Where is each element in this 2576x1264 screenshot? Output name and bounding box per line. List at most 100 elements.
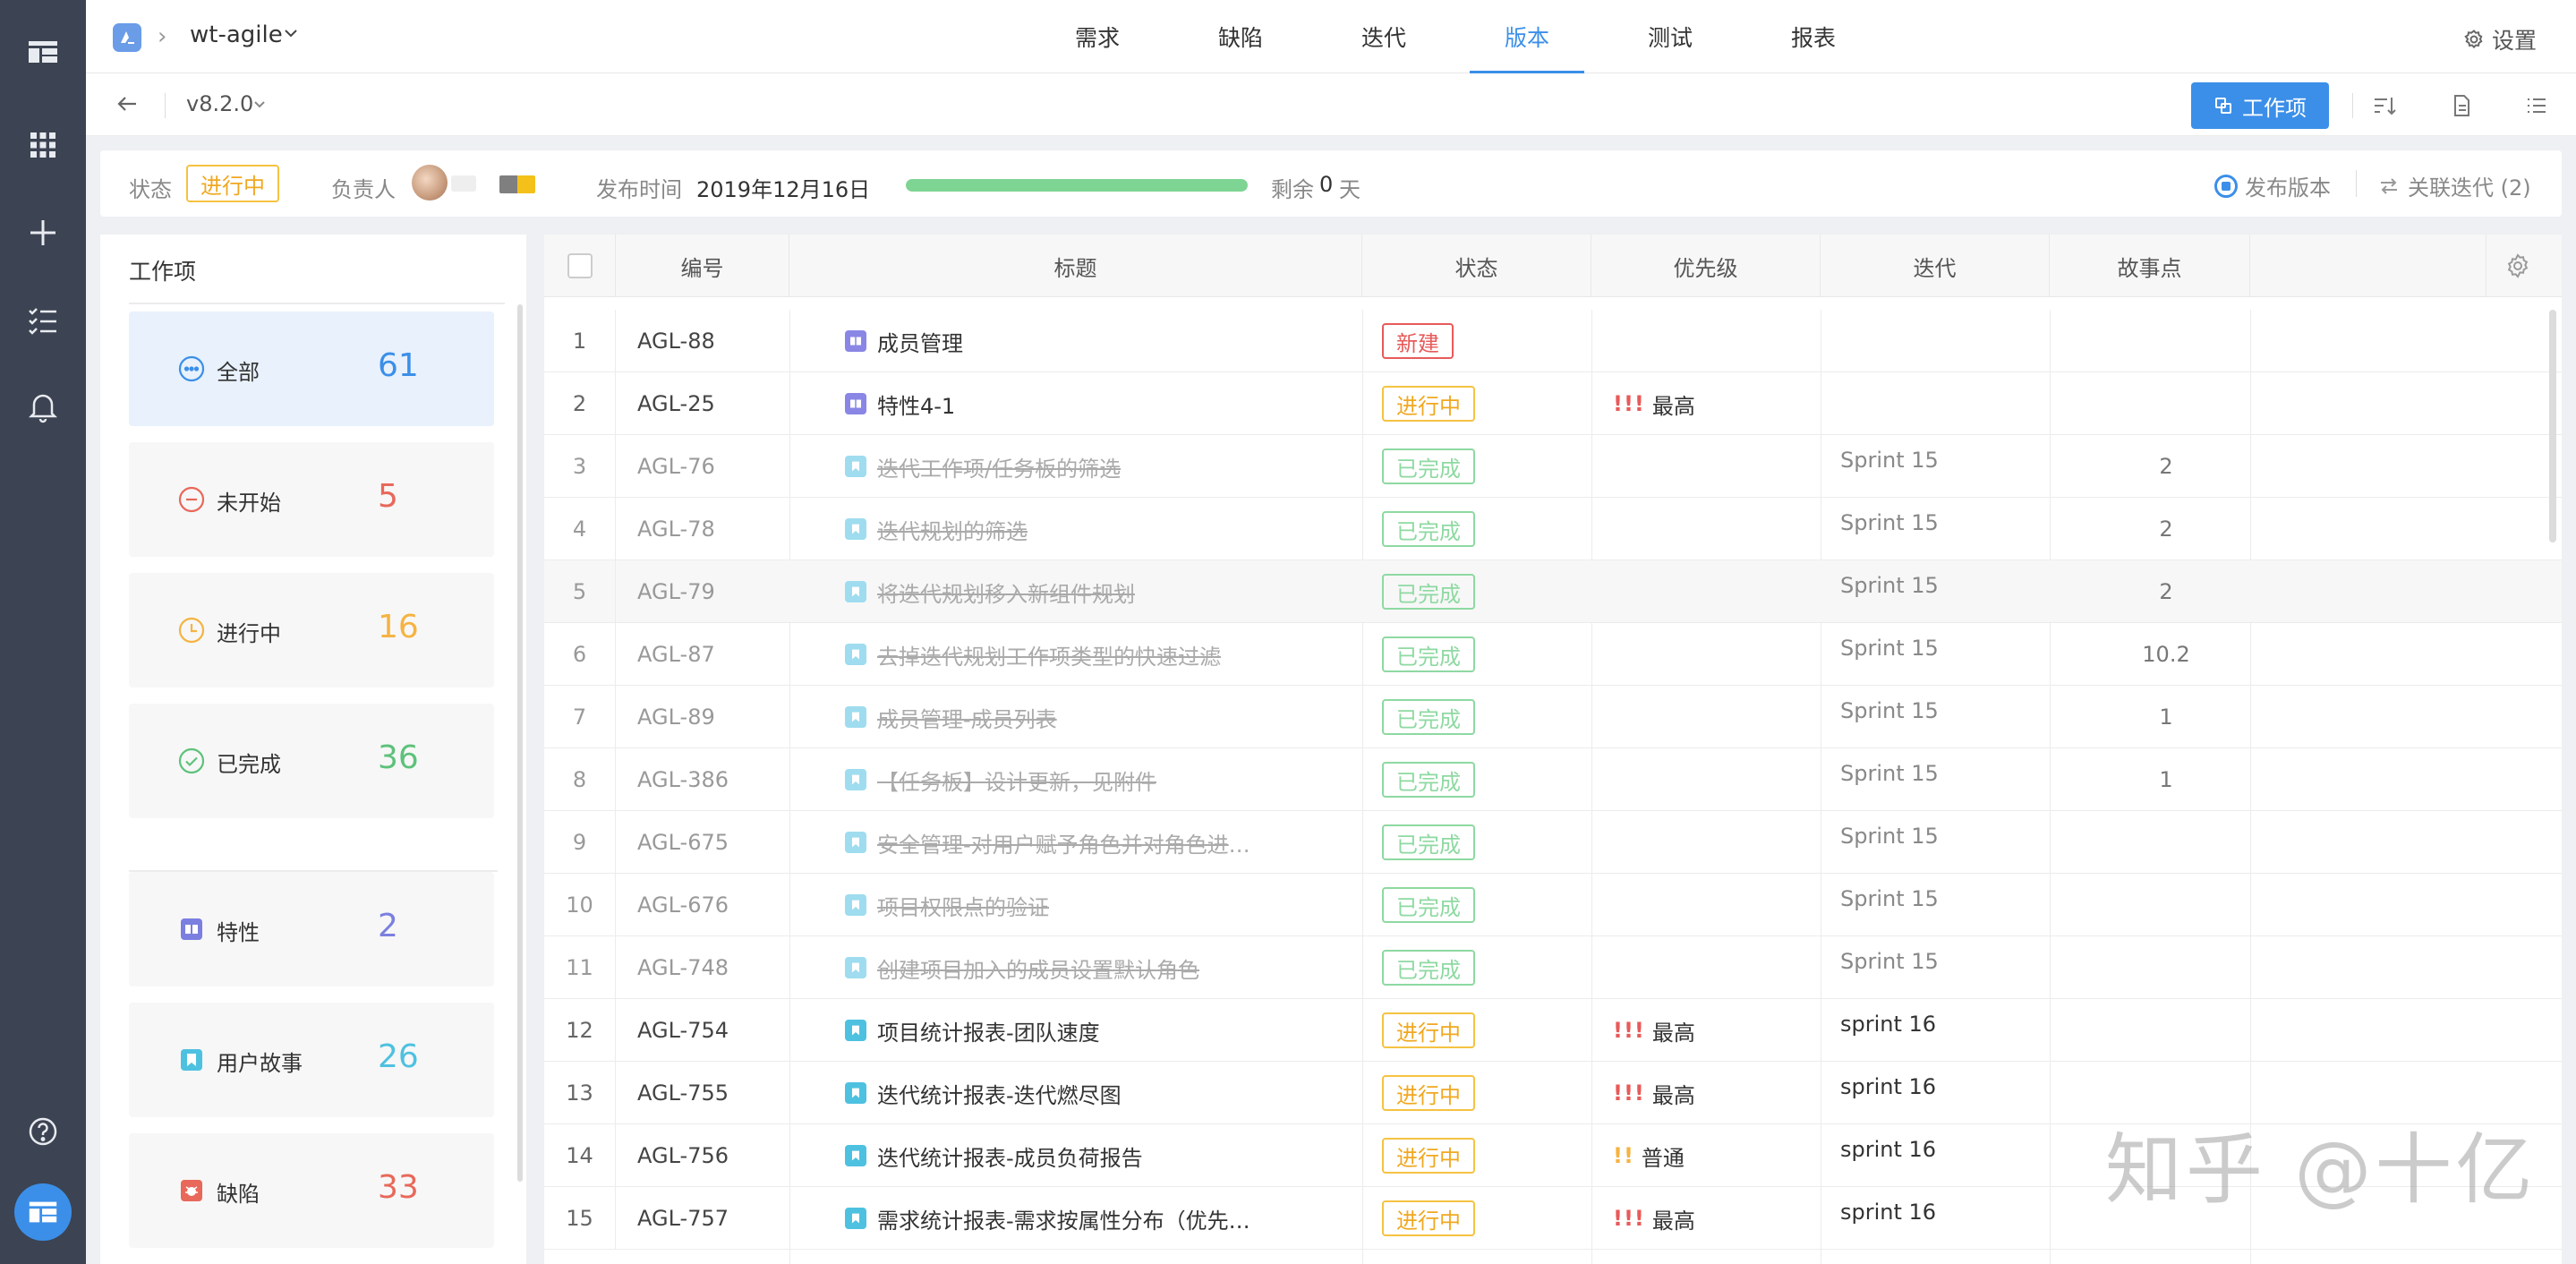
column-settings-gear-icon[interactable]	[2504, 252, 2531, 283]
item-iteration[interactable]: sprint 16	[1840, 1187, 2037, 1250]
select-all-checkbox[interactable]	[567, 253, 593, 278]
tab-reports[interactable]: 报表	[1742, 0, 1885, 73]
item-state-cell[interactable]: 进行中	[1382, 999, 1597, 1062]
tab-defects[interactable]: 缺陷	[1169, 0, 1312, 73]
item-code[interactable]: AGL-754	[637, 999, 789, 1062]
document-icon[interactable]	[2445, 90, 2478, 122]
item-iteration[interactable]: sprint 16	[1840, 999, 2037, 1062]
column-story-points[interactable]: 故事点	[2050, 235, 2250, 297]
table-row[interactable]: 11 AGL-748 创建项目加入的成员设置默认角色 已完成 Sprint 15	[544, 936, 2562, 999]
item-title-cell[interactable]: 安全管理-对用户赋予角色并对角色进行权限配置	[845, 811, 1266, 874]
state-badge[interactable]: 已完成	[1382, 950, 1475, 986]
item-state-cell[interactable]: 进行中	[1382, 1187, 1597, 1250]
item-title[interactable]: 成员管理	[877, 326, 963, 357]
item-title[interactable]: 项目统计报表-团队速度	[877, 1015, 1100, 1046]
column-title[interactable]: 标题	[789, 235, 1362, 297]
sidebar-category[interactable]: 进行中 16	[129, 573, 494, 688]
item-priority-cell[interactable]: !! 普通	[1613, 1124, 1810, 1187]
item-code[interactable]: AGL-87	[637, 623, 789, 686]
sidebar-category[interactable]: 缺陷 33	[129, 1133, 494, 1248]
item-priority-cell[interactable]: !!! 最高	[1613, 999, 1810, 1062]
item-code[interactable]: AGL-79	[637, 560, 789, 623]
item-story-points[interactable]: 1	[2068, 686, 2265, 748]
item-state-cell[interactable]: 进行中	[1382, 1124, 1597, 1187]
state-badge[interactable]: 已完成	[1382, 636, 1475, 672]
item-state-cell[interactable]: 已完成	[1382, 623, 1597, 686]
item-title[interactable]: 成员管理-成员列表	[877, 702, 1057, 733]
column-state[interactable]: 状态	[1362, 235, 1591, 297]
item-story-points[interactable]	[2068, 936, 2265, 999]
item-code[interactable]: AGL-755	[637, 1062, 789, 1124]
item-iteration[interactable]: Sprint 15	[1840, 560, 2037, 623]
item-title-cell[interactable]: 特性4-1	[845, 372, 1266, 435]
item-code[interactable]: AGL-78	[637, 498, 789, 560]
item-iteration[interactable]: Sprint 15	[1840, 498, 2037, 560]
table-row[interactable]: 8 AGL-386 【任务板】设计更新，见附件 已完成 Sprint 15 1	[544, 748, 2562, 811]
item-priority-cell[interactable]	[1613, 623, 1810, 686]
item-priority-cell[interactable]: !!! 最高	[1613, 372, 1810, 435]
item-priority-cell[interactable]	[1613, 310, 1810, 372]
state-badge[interactable]: 已完成	[1382, 574, 1475, 610]
state-badge[interactable]: 已完成	[1382, 762, 1475, 798]
item-priority-cell[interactable]	[1613, 748, 1810, 811]
state-badge[interactable]: 进行中	[1382, 1200, 1475, 1236]
project-name[interactable]: wt-agile	[190, 21, 283, 48]
item-code[interactable]: AGL-748	[637, 936, 789, 999]
publish-version-button[interactable]: 发布版本	[2214, 170, 2331, 201]
item-priority-cell[interactable]: !!! 最高	[1613, 1187, 1810, 1250]
sidebar-scrollbar[interactable]	[517, 304, 523, 1182]
item-title-cell[interactable]: 迭代统计报表-迭代燃尽图	[845, 1062, 1266, 1124]
task-list-icon[interactable]	[16, 294, 70, 347]
state-badge[interactable]: 已完成	[1382, 887, 1475, 923]
table-row[interactable]: 2 AGL-25 特性4-1 进行中 !!! 最高	[544, 372, 2562, 435]
item-iteration[interactable]: sprint 16	[1840, 1124, 2037, 1187]
column-iteration[interactable]: 迭代	[1821, 235, 2050, 297]
sidebar-category[interactable]: 已完成 36	[129, 704, 494, 818]
list-view-icon[interactable]	[2521, 90, 2553, 122]
settings-button[interactable]: 设置	[2463, 23, 2537, 56]
item-state-cell[interactable]: 已完成	[1382, 811, 1597, 874]
item-story-points[interactable]: 1	[2068, 748, 2265, 811]
tab-requirements[interactable]: 需求	[1026, 0, 1169, 73]
item-title-cell[interactable]: 迭代规划的筛选	[845, 498, 1266, 560]
sidebar-category[interactable]: 未开始 5	[129, 442, 494, 557]
sidebar-category[interactable]: 全部 61	[129, 312, 494, 426]
item-code[interactable]: AGL-757	[637, 1187, 789, 1250]
item-title[interactable]: 安全管理-对用户赋予角色并对角色进行权限配置	[877, 827, 1266, 858]
item-code[interactable]: AGL-386	[637, 748, 789, 811]
notification-bell-icon[interactable]	[16, 380, 70, 433]
item-priority-cell[interactable]	[1613, 435, 1810, 498]
item-code[interactable]: AGL-25	[637, 372, 789, 435]
owner-avatar-secondary[interactable]	[499, 175, 535, 193]
item-iteration[interactable]: Sprint 15	[1840, 874, 2037, 936]
item-state-cell[interactable]: 已完成	[1382, 936, 1597, 999]
item-title[interactable]: 创建项目加入的成员设置默认角色	[877, 952, 1199, 984]
back-arrow-icon[interactable]	[113, 90, 141, 122]
item-story-points[interactable]: 2	[2068, 498, 2265, 560]
item-iteration[interactable]: Sprint 15	[1840, 936, 2037, 999]
tab-versions[interactable]: 版本	[1455, 0, 1599, 73]
column-priority[interactable]: 优先级	[1591, 235, 1821, 297]
add-icon[interactable]	[16, 206, 70, 260]
state-badge[interactable]: 进行中	[1382, 1075, 1475, 1111]
item-title-cell[interactable]: 将迭代规划移入新组件规划	[845, 560, 1266, 623]
item-title-cell[interactable]: 创建项目加入的成员设置默认角色	[845, 936, 1266, 999]
item-code[interactable]: AGL-88	[637, 310, 789, 372]
item-title[interactable]: 迭代统计报表-迭代燃尽图	[877, 1078, 1122, 1109]
table-row[interactable]: 3 AGL-76 迭代工作项/任务板的筛选 已完成 Sprint 15 2	[544, 435, 2562, 498]
owner-avatar[interactable]	[412, 165, 448, 201]
tab-testing[interactable]: 测试	[1599, 0, 1742, 73]
table-row[interactable]: 1 AGL-88 成员管理 新建	[544, 310, 2562, 372]
version-selector[interactable]: v8.2.0	[186, 91, 253, 116]
item-title-cell[interactable]: 项目统计报表-团队速度	[845, 999, 1266, 1062]
table-row[interactable]: 6 AGL-87 去掉迭代规划工作项类型的快速过滤 已完成 Sprint 15 …	[544, 623, 2562, 686]
item-state-cell[interactable]: 已完成	[1382, 560, 1597, 623]
item-story-points[interactable]: 2	[2068, 435, 2265, 498]
item-priority-cell[interactable]	[1613, 686, 1810, 748]
item-iteration[interactable]: Sprint 15	[1840, 811, 2037, 874]
table-row[interactable]: 10 AGL-676 项目权限点的验证 已完成 Sprint 15	[544, 874, 2562, 936]
column-code[interactable]: 编号	[616, 235, 789, 297]
item-title[interactable]: 项目权限点的验证	[877, 890, 1049, 921]
sidebar-category[interactable]: 特性 2	[129, 872, 494, 986]
item-priority-cell[interactable]	[1613, 560, 1810, 623]
